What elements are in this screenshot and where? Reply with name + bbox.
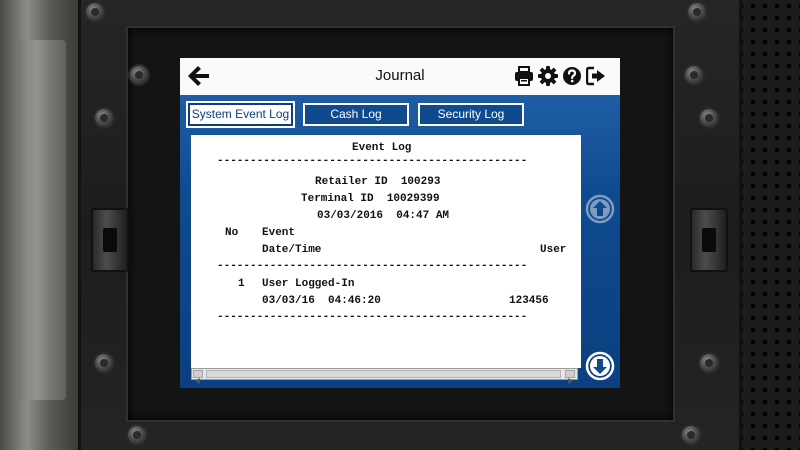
bezel-screw bbox=[685, 66, 703, 84]
back-arrow-icon bbox=[188, 66, 209, 86]
mount-clip bbox=[91, 208, 129, 272]
speaker-grille bbox=[735, 0, 800, 450]
scroll-right-button[interactable] bbox=[565, 370, 575, 384]
entry-user: 123456 bbox=[509, 295, 549, 307]
tab-cash-log[interactable]: Cash Log bbox=[303, 103, 409, 126]
arrow-up-circle-icon bbox=[585, 194, 615, 224]
entry-datetime: 03/03/16 04:46:20 bbox=[262, 295, 381, 307]
scroll-left-button[interactable] bbox=[193, 370, 203, 384]
caret-right-icon bbox=[568, 378, 573, 384]
retailer-id: Retailer ID 100293 bbox=[315, 176, 441, 188]
column-header-event: Event bbox=[262, 227, 296, 239]
mount-clip bbox=[690, 208, 728, 272]
bezel-screw bbox=[700, 354, 718, 372]
bezel-screw bbox=[682, 426, 700, 444]
terminal-id: Terminal ID 10029399 bbox=[301, 193, 440, 205]
gear-icon bbox=[538, 66, 558, 86]
help-icon bbox=[563, 67, 581, 85]
bezel-screw bbox=[86, 3, 104, 21]
journal-screen: Journal System Event Log Cash Log Securi… bbox=[180, 58, 620, 388]
tab-security-log[interactable]: Security Log bbox=[418, 103, 524, 126]
column-header-no: No bbox=[225, 227, 239, 239]
report-separator: ----------------------------------------… bbox=[217, 155, 528, 167]
journal-frame: System Event Log Cash Log Security Log E… bbox=[180, 95, 620, 388]
report-datetime: 03/03/2016 04:47 AM bbox=[317, 210, 450, 222]
column-header-datetime: Date/Time bbox=[262, 244, 322, 256]
logout-button[interactable] bbox=[585, 66, 606, 86]
print-icon bbox=[515, 66, 533, 86]
scroll-down-button[interactable] bbox=[585, 351, 615, 381]
report-separator: ----------------------------------------… bbox=[217, 311, 528, 323]
bezel-screw bbox=[130, 66, 148, 84]
entry-number: 1 bbox=[238, 278, 245, 290]
logout-icon bbox=[585, 66, 605, 86]
bezel-screw bbox=[128, 426, 146, 444]
back-button[interactable] bbox=[186, 64, 212, 88]
arrow-down-circle-icon bbox=[585, 351, 615, 381]
bezel-screw bbox=[95, 109, 113, 127]
settings-button[interactable] bbox=[538, 66, 558, 86]
kiosk-side-panel bbox=[0, 0, 90, 450]
tab-system-event-log[interactable]: System Event Log bbox=[186, 101, 295, 128]
column-header-user: User bbox=[540, 244, 567, 256]
page-title: Journal bbox=[375, 67, 425, 84]
report-heading: Event Log bbox=[352, 142, 412, 154]
title-bar: Journal bbox=[180, 58, 620, 95]
scrollbar-thumb[interactable] bbox=[206, 370, 561, 378]
print-button[interactable] bbox=[514, 66, 534, 86]
help-button[interactable] bbox=[562, 66, 582, 86]
bezel-screw bbox=[95, 354, 113, 372]
bezel-screw bbox=[700, 109, 718, 127]
caret-left-icon bbox=[195, 378, 200, 384]
report-separator: ----------------------------------------… bbox=[217, 260, 528, 272]
event-log-report: Event Log ------------------------------… bbox=[191, 135, 581, 368]
horizontal-scrollbar[interactable] bbox=[191, 368, 578, 384]
bezel-screw bbox=[688, 3, 706, 21]
scroll-up-button[interactable] bbox=[585, 194, 615, 224]
entry-event: User Logged-In bbox=[262, 278, 355, 290]
